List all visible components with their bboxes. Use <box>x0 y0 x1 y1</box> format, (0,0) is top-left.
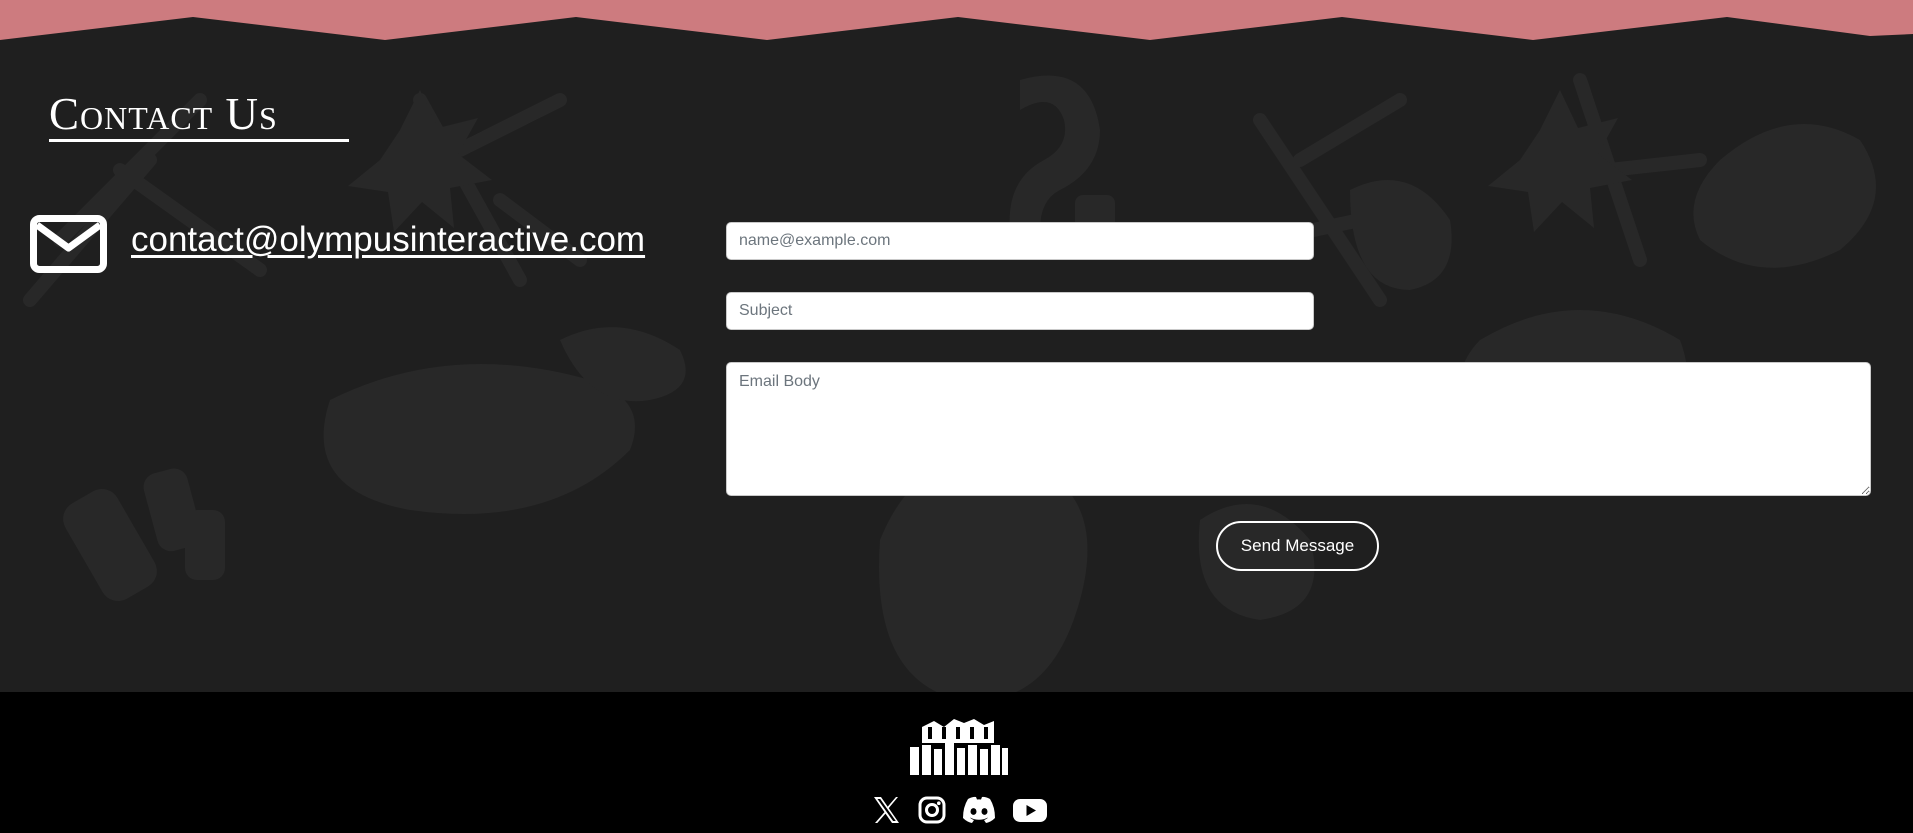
x-icon[interactable] <box>873 796 900 828</box>
envelope-icon <box>30 215 107 273</box>
contact-title: Contact Us <box>49 89 278 139</box>
contact-email-link[interactable]: contact@olympusinteractive.com <box>131 218 645 262</box>
top-accent-band <box>0 0 1913 45</box>
email-body-field[interactable] <box>726 362 1871 496</box>
youtube-icon[interactable] <box>1013 796 1047 828</box>
title-underline <box>49 139 349 142</box>
instagram-icon[interactable] <box>918 796 946 828</box>
discord-icon[interactable] <box>961 796 997 828</box>
send-message-button[interactable]: Send Message <box>1216 521 1379 571</box>
subject-field[interactable] <box>726 292 1314 330</box>
olympus-interactive-logo[interactable] <box>904 715 1012 779</box>
email-field[interactable] <box>726 222 1314 260</box>
